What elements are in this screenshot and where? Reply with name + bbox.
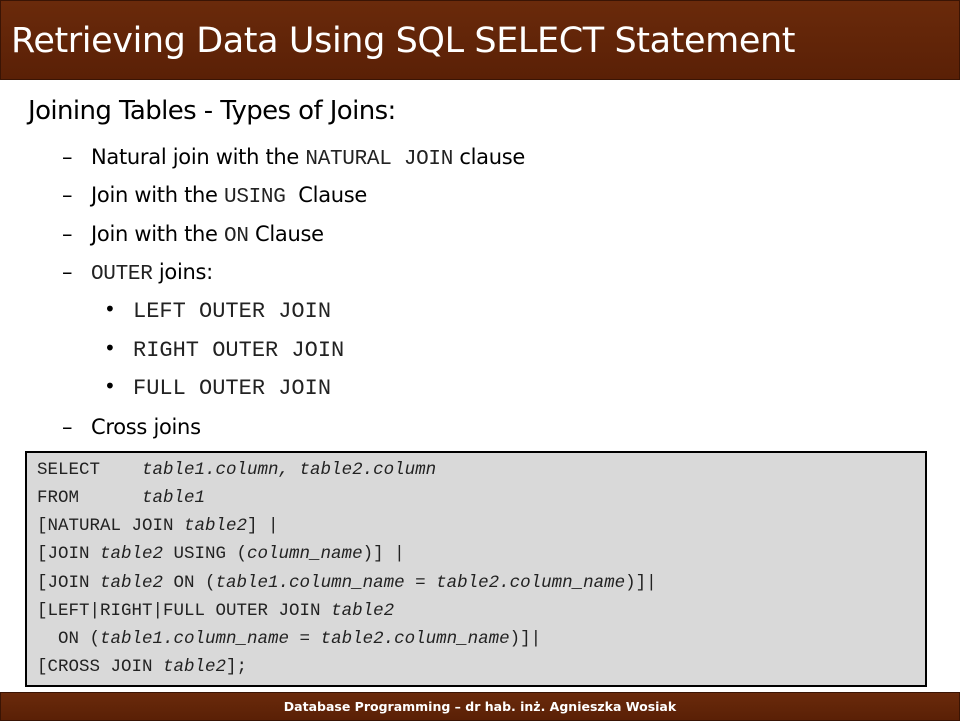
bullet-dot: • [104, 297, 116, 321]
code-line: [LEFT|RIGHT|FULL OUTER JOIN table2 [37, 601, 394, 621]
footer-text: Database Programming – dr hab. inż. Agni… [283, 699, 677, 714]
section-heading: Joining Tables - Types of Joins: [28, 96, 396, 126]
code-line: SELECT table1.column, table2.column [37, 460, 436, 480]
list-item-on-join: – Join with the ON Clause [62, 222, 324, 248]
item-code: ON [224, 225, 249, 248]
item-text: Cross joins [91, 415, 201, 439]
code-placeholder: table2 [331, 601, 395, 621]
code-placeholder: table2 [100, 573, 164, 593]
item-after: Clause [285, 183, 368, 207]
list-item-cross-joins: – Cross joins [62, 415, 201, 439]
code-placeholder: table1.column_name [215, 573, 405, 593]
code-line: [NATURAL JOIN table2] | [37, 516, 279, 536]
item-text: Natural join with the [91, 145, 306, 169]
dash-bullet: – [62, 260, 73, 284]
title-bar: Retrieving Data Using SQL SELECT Stateme… [0, 0, 960, 80]
code-keyword: [JOIN [37, 544, 101, 564]
item-code: NATURAL JOIN [305, 148, 454, 171]
item-code: OUTER [91, 263, 153, 286]
code-keyword: [JOIN [37, 573, 101, 593]
code-keyword: SELECT [37, 460, 143, 480]
bullet-dot: • [104, 336, 116, 360]
sub-item-code: LEFT OUTER JOIN [133, 299, 332, 324]
dash-bullet: – [62, 415, 73, 439]
code-keyword: [NATURAL JOIN [37, 516, 185, 536]
code-placeholder: column_name [247, 544, 363, 564]
code-keyword: ] | [247, 516, 279, 536]
dash-bullet: – [62, 183, 73, 207]
code-line: [CROSS JOIN table2]; [37, 657, 247, 677]
sub-item-code: FULL OUTER JOIN [133, 376, 332, 401]
item-after: Clause [248, 222, 324, 246]
code-keyword: ON ( [37, 629, 101, 649]
list-item-outer-joins: – OUTER joins: [62, 260, 213, 286]
code-keyword: = [289, 629, 321, 649]
code-keyword: USING ( [163, 544, 248, 564]
code-keyword: )]| [625, 573, 657, 593]
code-keyword: = [404, 573, 437, 593]
code-line: FROM table1 [37, 488, 205, 508]
code-placeholder: table2.column_name [320, 629, 510, 649]
code-line: ON (table1.column_name = table2.column_n… [37, 629, 541, 649]
code-keyword: FROM [37, 488, 143, 508]
dash-bullet: – [62, 145, 73, 169]
code-keyword: ]; [226, 657, 248, 677]
sub-item-code: RIGHT OUTER JOIN [133, 338, 345, 363]
code-placeholder: table2 [100, 544, 164, 564]
sql-syntax-box: SELECT table1.column, table2.column FROM… [25, 451, 927, 687]
list-item-natural-join: – Natural join with the NATURAL JOIN clau… [62, 145, 525, 171]
code-placeholder: table2.column_name [436, 573, 626, 593]
item-after: clause [453, 145, 526, 169]
footer-bar: Database Programming – dr hab. inż. Agni… [0, 692, 960, 721]
code-keyword: )]| [509, 629, 542, 649]
code-placeholder: table1.column, table2.column [142, 460, 437, 480]
code-placeholder: table2 [184, 516, 248, 536]
sub-item-left-outer-join: • LEFT OUTER JOIN [104, 297, 331, 324]
code-line: [JOIN table2 USING (column_name)] | [37, 544, 405, 564]
code-placeholder: table1 [142, 488, 206, 508]
item-code: USING [224, 186, 286, 209]
code-keyword: ON ( [163, 573, 216, 593]
item-text: Join with the [91, 222, 225, 246]
code-line: [JOIN table2 ON (table1.column_name = ta… [37, 573, 657, 593]
slide-title: Retrieving Data Using SQL SELECT Stateme… [11, 21, 796, 61]
list-item-using-join: – Join with the USING Clause [62, 183, 367, 209]
item-text: Join with the [91, 183, 225, 207]
code-keyword: )] | [362, 544, 405, 564]
sub-item-full-outer-join: • FULL OUTER JOIN [104, 374, 331, 401]
item-after: joins: [152, 260, 213, 284]
code-placeholder: table1.column_name [100, 629, 290, 649]
dash-bullet: – [62, 222, 73, 246]
code-keyword: [CROSS JOIN [37, 657, 164, 677]
code-placeholder: table2 [163, 657, 227, 677]
sub-item-right-outer-join: • RIGHT OUTER JOIN [104, 336, 344, 363]
code-keyword: [LEFT|RIGHT|FULL OUTER JOIN [37, 601, 332, 621]
bullet-dot: • [104, 374, 116, 398]
